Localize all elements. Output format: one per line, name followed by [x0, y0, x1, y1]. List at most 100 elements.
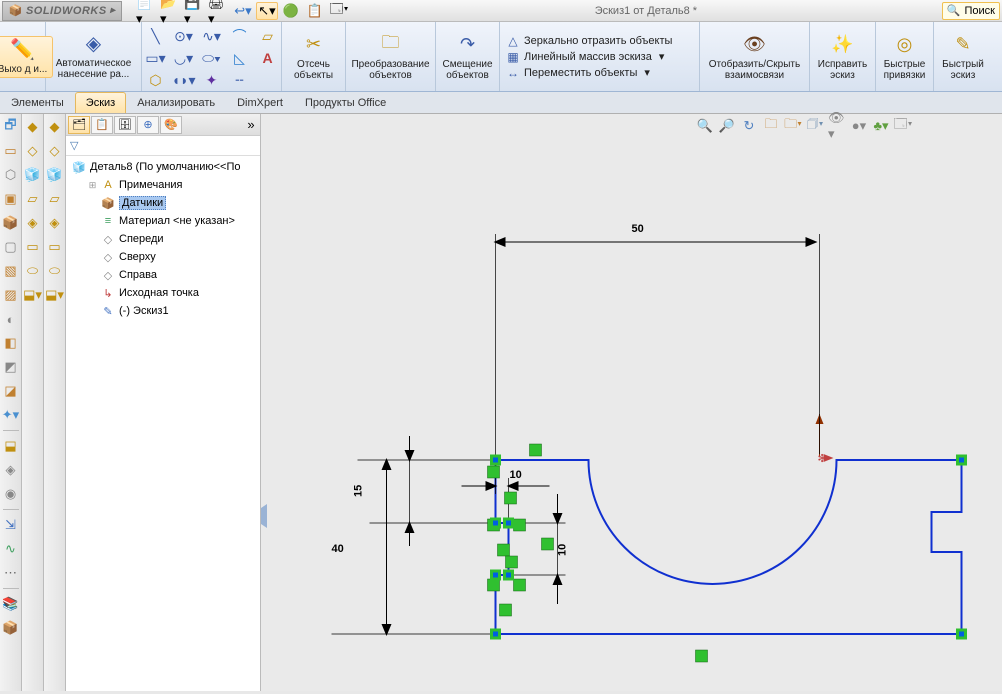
rapid-sketch-button[interactable]: ✎ Быстрый эскиз [936, 31, 990, 83]
exit-sketch-button[interactable]: ✏️ Выхо д и... [0, 36, 53, 78]
zoom-area-icon[interactable]: 🔎 [718, 117, 736, 135]
slot-icon[interactable]: ◖◗▾ [173, 70, 195, 90]
tab-sketch[interactable]: Эскиз [75, 92, 126, 113]
scene-icon[interactable]: ♣▾ [872, 117, 890, 135]
tc-ico[interactable]: ⬭ [46, 262, 64, 280]
arc-icon[interactable]: ◡▾ [173, 48, 195, 68]
line-icon[interactable]: ╲ [145, 26, 167, 46]
tree-filter[interactable]: ▽ [66, 136, 260, 156]
point-icon[interactable]: ✦ [201, 70, 223, 90]
graphics-viewport[interactable]: ✻ 50 40 [261, 114, 1002, 691]
tc-dropdown-icon[interactable]: ⬓▾ [24, 286, 42, 304]
mirror-button[interactable]: △Зеркально отразить объекты [506, 34, 672, 48]
tc-ico[interactable]: ▣ [2, 190, 20, 208]
plus-icon[interactable]: ⊞ [88, 180, 97, 191]
tc-ico[interactable]: ◉ [2, 485, 20, 503]
save-icon[interactable]: 💾▾ [184, 2, 206, 20]
trim-button[interactable]: ✂ Отсечь объекты [288, 31, 340, 83]
rect-icon[interactable]: ▭▾ [145, 48, 167, 68]
dimension-15[interactable]: 15 [353, 436, 496, 546]
show-relations-button[interactable]: 👁 Отобразить/Скрыть взаимосвязи [703, 31, 807, 83]
quick-snaps-button[interactable]: ◎ Быстрые привязки [878, 31, 932, 83]
render-icon[interactable]: 🗔▾ [894, 117, 912, 135]
tc-ico[interactable]: ⬓ [2, 437, 20, 455]
tc-ico[interactable]: ◩ [2, 358, 20, 376]
tree-item[interactable]: ↳Исходная точка [66, 284, 260, 302]
tc-ico[interactable]: 🧊 [24, 166, 42, 184]
tc-ico[interactable]: ◆ [24, 118, 42, 136]
appearance-icon[interactable]: ●▾ [850, 117, 868, 135]
tc-ico[interactable]: ▧ [2, 262, 20, 280]
centerline-icon[interactable]: ╌ [229, 70, 251, 90]
tc-ico[interactable]: ▭ [46, 238, 64, 256]
display-style-icon[interactable]: 🗇▾ [806, 117, 824, 135]
plane-icon[interactable]: ▱ [257, 26, 279, 46]
tc-ico[interactable]: ⋯ [2, 564, 20, 582]
tc-ico[interactable]: ▭ [2, 142, 20, 160]
tc-ico[interactable]: ◧ [2, 334, 20, 352]
tab-dimxpert[interactable]: DimXpert [226, 92, 294, 113]
tc-ico[interactable]: 🗗 [2, 118, 20, 136]
convert-button[interactable]: 🗀 Преобразование объектов [345, 31, 435, 83]
tree-tab-property-icon[interactable]: 📋 [91, 116, 113, 134]
tc-ico[interactable]: ◐ [2, 310, 20, 328]
tree-item[interactable]: ≡Материал <не указан> [66, 212, 260, 230]
section-icon[interactable]: 🗀 [762, 117, 780, 135]
tree-tab-config-icon[interactable]: 🗄 [114, 116, 136, 134]
tree-item[interactable]: ✎(-) Эскиз1 [66, 302, 260, 320]
ellipse-icon[interactable]: ⬭▾ [201, 48, 223, 68]
chevron-right-icon[interactable]: » [242, 116, 260, 134]
zoom-fit-icon[interactable]: 🔍 [696, 117, 714, 135]
repair-sketch-button[interactable]: ✨ Исправить эскиз [812, 31, 873, 83]
tc-ico[interactable]: ◇ [24, 142, 42, 160]
text-icon[interactable]: A [257, 48, 279, 68]
tree-item[interactable]: ◇Сверху [66, 248, 260, 266]
tree-tab-dim-icon[interactable]: ⊕ [137, 116, 159, 134]
props-icon[interactable]: 📋 [304, 2, 326, 20]
tc-ico[interactable]: ◈ [24, 214, 42, 232]
circle-icon[interactable]: ⊙▾ [173, 26, 195, 46]
tc-ico[interactable]: ▱ [24, 190, 42, 208]
open-icon[interactable]: 📂▾ [160, 2, 182, 20]
chamfer-icon[interactable]: ◺ [229, 48, 251, 68]
tc-ico[interactable]: ▢ [2, 238, 20, 256]
hide-show-icon[interactable]: 👁▾ [828, 117, 846, 135]
tc-dropdown-icon[interactable]: ⬓▾ [46, 286, 64, 304]
orientation-icon[interactable]: 🗀▾ [784, 117, 802, 135]
auto-dimension-button[interactable]: ◈ Автоматическое нанесение ра... [49, 33, 139, 80]
tree-tab-feature-icon[interactable]: 🗂 [68, 116, 90, 134]
tc-ico[interactable]: ◈ [2, 461, 20, 479]
tc-ico[interactable]: ◇ [46, 142, 64, 160]
print-icon[interactable]: 🖨▾ [208, 2, 230, 20]
tc-ico[interactable]: ▱ [46, 190, 64, 208]
tc-ico[interactable]: 📦 [2, 619, 20, 637]
tree-item[interactable]: ◇Справа [66, 266, 260, 284]
rotate-icon[interactable]: ↻ [740, 117, 758, 135]
rebuild-icon[interactable]: 🟢 [280, 2, 302, 20]
search-input[interactable]: 🔍 Поиск [942, 2, 1000, 20]
tc-ico[interactable]: ⇲ [2, 516, 20, 534]
tree-item[interactable]: 📦Датчики [66, 194, 260, 212]
options-icon[interactable]: 🗔▾ [328, 2, 350, 20]
tc-ico[interactable]: ◆ [46, 118, 64, 136]
poly-icon[interactable]: ⬡ [145, 70, 167, 90]
tc-ico[interactable]: 📦 [2, 214, 20, 232]
dimension-50[interactable]: 50 [496, 223, 820, 460]
tc-ico[interactable]: ▨ [2, 286, 20, 304]
tc-ico[interactable]: 📚 [2, 595, 20, 613]
tc-ico[interactable]: ∿ [2, 540, 20, 558]
tree-tab-render-icon[interactable]: 🎨 [160, 116, 182, 134]
offset-button[interactable]: ↷ Смещение объектов [437, 31, 499, 83]
tc-ico[interactable]: ⬡ [2, 166, 20, 184]
undo-icon[interactable]: ↩▾ [232, 2, 254, 20]
tc-ico[interactable]: 🧊 [46, 166, 64, 184]
move-button[interactable]: ↔Переместить объекты ▾ [506, 66, 650, 80]
tc-ico[interactable]: ◪ [2, 382, 20, 400]
tab-evaluate[interactable]: Анализировать [126, 92, 226, 113]
collapse-handle[interactable] [261, 504, 269, 528]
tc-ico[interactable]: ▭ [24, 238, 42, 256]
tab-features[interactable]: Элементы [0, 92, 75, 113]
tc-ico[interactable]: ⬭ [24, 262, 42, 280]
tree-item[interactable]: ⊞AПримечания [66, 176, 260, 194]
dimension-10a[interactable]: 10 [462, 460, 550, 523]
